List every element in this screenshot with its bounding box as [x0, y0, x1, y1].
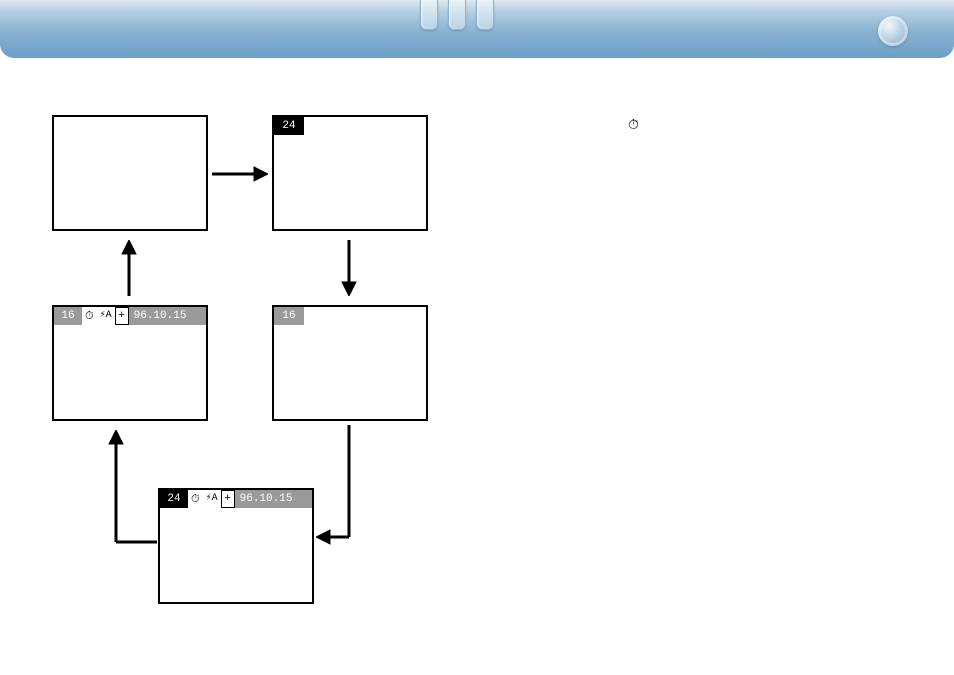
arrow-elbow-5-3 — [102, 430, 157, 550]
tab-2[interactable] — [448, 0, 466, 30]
top-tabs — [420, 0, 494, 30]
lcd-header-3: 16 ⏱ ⚡A + 96.10.15 — [54, 307, 206, 325]
timer-icon: ⏱ — [82, 307, 97, 325]
flash-auto-icon: ⚡A — [97, 307, 115, 325]
tab-1[interactable] — [420, 0, 438, 30]
lcd-frame-5: 24 ⏱ ⚡A + 96.10.15 — [158, 488, 314, 604]
frame-count-2: 24 — [274, 117, 304, 135]
arrow-up-3-1 — [120, 240, 138, 296]
plus-icon: + — [221, 490, 235, 508]
arrow-down-2-4 — [340, 240, 358, 296]
tab-3[interactable] — [476, 0, 494, 30]
frame-count-5: 24 — [160, 490, 188, 508]
date-5: 96.10.15 — [235, 490, 312, 508]
arrow-right-1-2 — [212, 165, 268, 183]
frame-count-3: 16 — [54, 307, 82, 325]
self-timer-icon: ⏱ — [628, 116, 639, 133]
arrow-elbow-4-5 — [316, 425, 366, 550]
lcd-header-5: 24 ⏱ ⚡A + 96.10.15 — [160, 490, 312, 508]
date-3: 96.10.15 — [129, 307, 206, 325]
lcd-frame-2: 24 — [272, 115, 428, 231]
app-top-bar — [0, 0, 954, 58]
lens-ring-button[interactable] — [878, 16, 908, 46]
lcd-frame-4: 16 — [272, 305, 428, 421]
frame-count-4: 16 — [274, 307, 304, 325]
lcd-frame-3: 16 ⏱ ⚡A + 96.10.15 — [52, 305, 208, 421]
lcd-header-2: 24 — [274, 117, 426, 135]
lcd-frame-1 — [52, 115, 208, 231]
flash-auto-icon: ⚡A — [203, 490, 221, 508]
timer-icon: ⏱ — [188, 490, 203, 508]
plus-icon: + — [115, 307, 129, 325]
lcd-header-4: 16 — [274, 307, 426, 325]
